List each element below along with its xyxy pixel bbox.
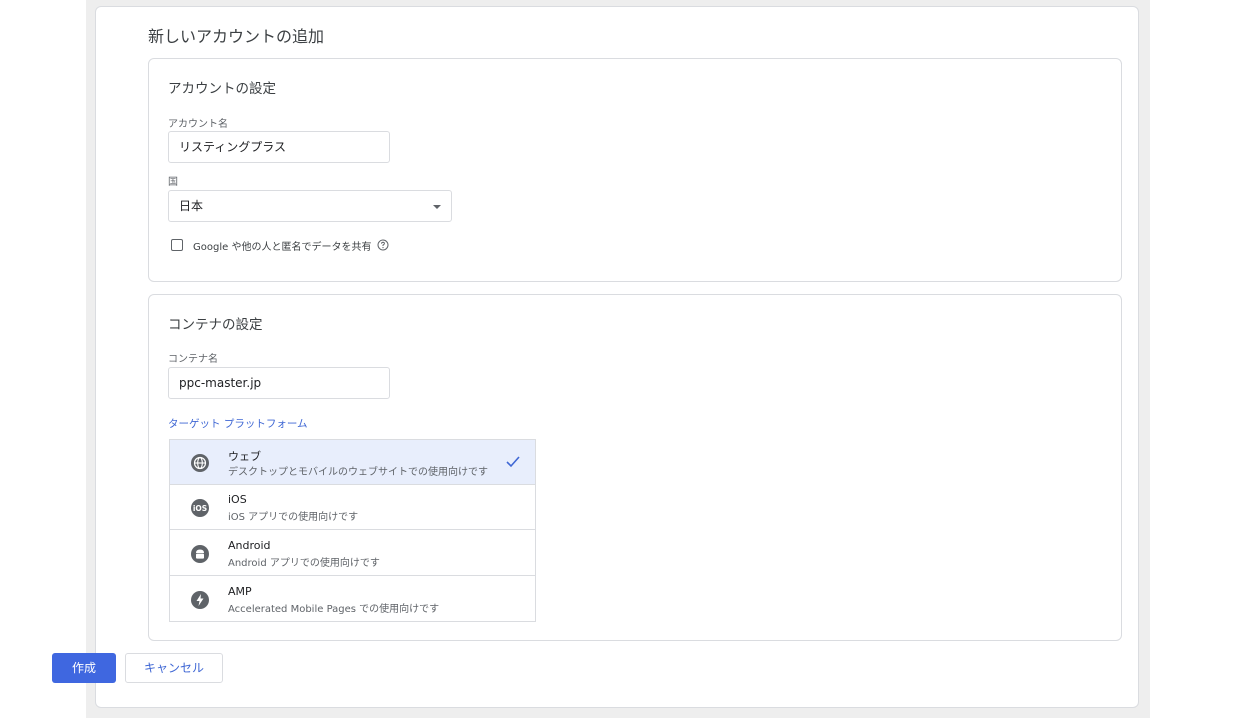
share-data-row[interactable]: Google や他の人と匿名でデータを共有 xyxy=(171,236,389,254)
container-name-label: コンテナ名 xyxy=(168,354,218,365)
country-select[interactable]: 日本 xyxy=(168,190,452,222)
container-name-input[interactable]: ppc-master.jp xyxy=(168,367,390,399)
account-name-input[interactable]: リスティングプラス xyxy=(168,131,390,163)
country-select-value: 日本 xyxy=(179,199,204,213)
platform-list: ウェブ デスクトップとモバイルのウェブサイトでの使用向けです iOS iOS i… xyxy=(169,439,536,622)
platform-option-ios[interactable]: iOS iOS iOS アプリでの使用向けです xyxy=(170,485,535,530)
platform-name: iOS xyxy=(228,493,247,506)
page-title: 新しいアカウントの追加 xyxy=(148,27,325,46)
platform-description: Android アプリでの使用向けです xyxy=(228,558,380,569)
android-icon xyxy=(191,545,209,563)
add-account-card: 新しいアカウントの追加 アカウントの設定 アカウント名 リスティングプラス 国 … xyxy=(95,6,1139,708)
target-platform-label: ターゲット プラットフォーム xyxy=(168,418,308,430)
amp-icon xyxy=(191,591,209,609)
share-data-checkbox[interactable] xyxy=(171,239,183,251)
platform-option-android[interactable]: Android Android アプリでの使用向けです xyxy=(170,531,535,576)
ios-icon: iOS xyxy=(191,499,209,517)
container-settings-section: コンテナの設定 コンテナ名 ppc-master.jp ターゲット プラットフォ… xyxy=(148,294,1122,641)
account-settings-title: アカウントの設定 xyxy=(168,81,276,97)
platform-description: デスクトップとモバイルのウェブサイトでの使用向けです xyxy=(228,467,488,478)
account-name-label: アカウント名 xyxy=(168,119,228,130)
container-settings-title: コンテナの設定 xyxy=(168,317,263,333)
platform-description: iOS アプリでの使用向けです xyxy=(228,512,359,523)
platform-name: Android xyxy=(228,539,271,552)
cancel-button[interactable]: キャンセル xyxy=(125,653,223,683)
platform-option-web[interactable]: ウェブ デスクトップとモバイルのウェブサイトでの使用向けです xyxy=(170,440,535,485)
platform-name: AMP xyxy=(228,585,252,598)
account-settings-section: アカウントの設定 アカウント名 リスティングプラス 国 日本 Google や他… xyxy=(148,58,1122,282)
create-button[interactable]: 作成 xyxy=(52,653,116,683)
share-data-label: Google や他の人と匿名でデータを共有 xyxy=(193,241,372,253)
country-label: 国 xyxy=(168,177,178,188)
platform-description: Accelerated Mobile Pages での使用向けです xyxy=(228,604,440,615)
dropdown-arrow-icon xyxy=(433,205,441,209)
svg-text:iOS: iOS xyxy=(193,504,207,513)
checkmark-icon xyxy=(506,456,520,468)
platform-name: ウェブ xyxy=(228,450,261,463)
help-icon[interactable] xyxy=(377,239,389,251)
platform-option-amp[interactable]: AMP Accelerated Mobile Pages での使用向けです xyxy=(170,577,535,622)
globe-icon xyxy=(191,454,209,472)
